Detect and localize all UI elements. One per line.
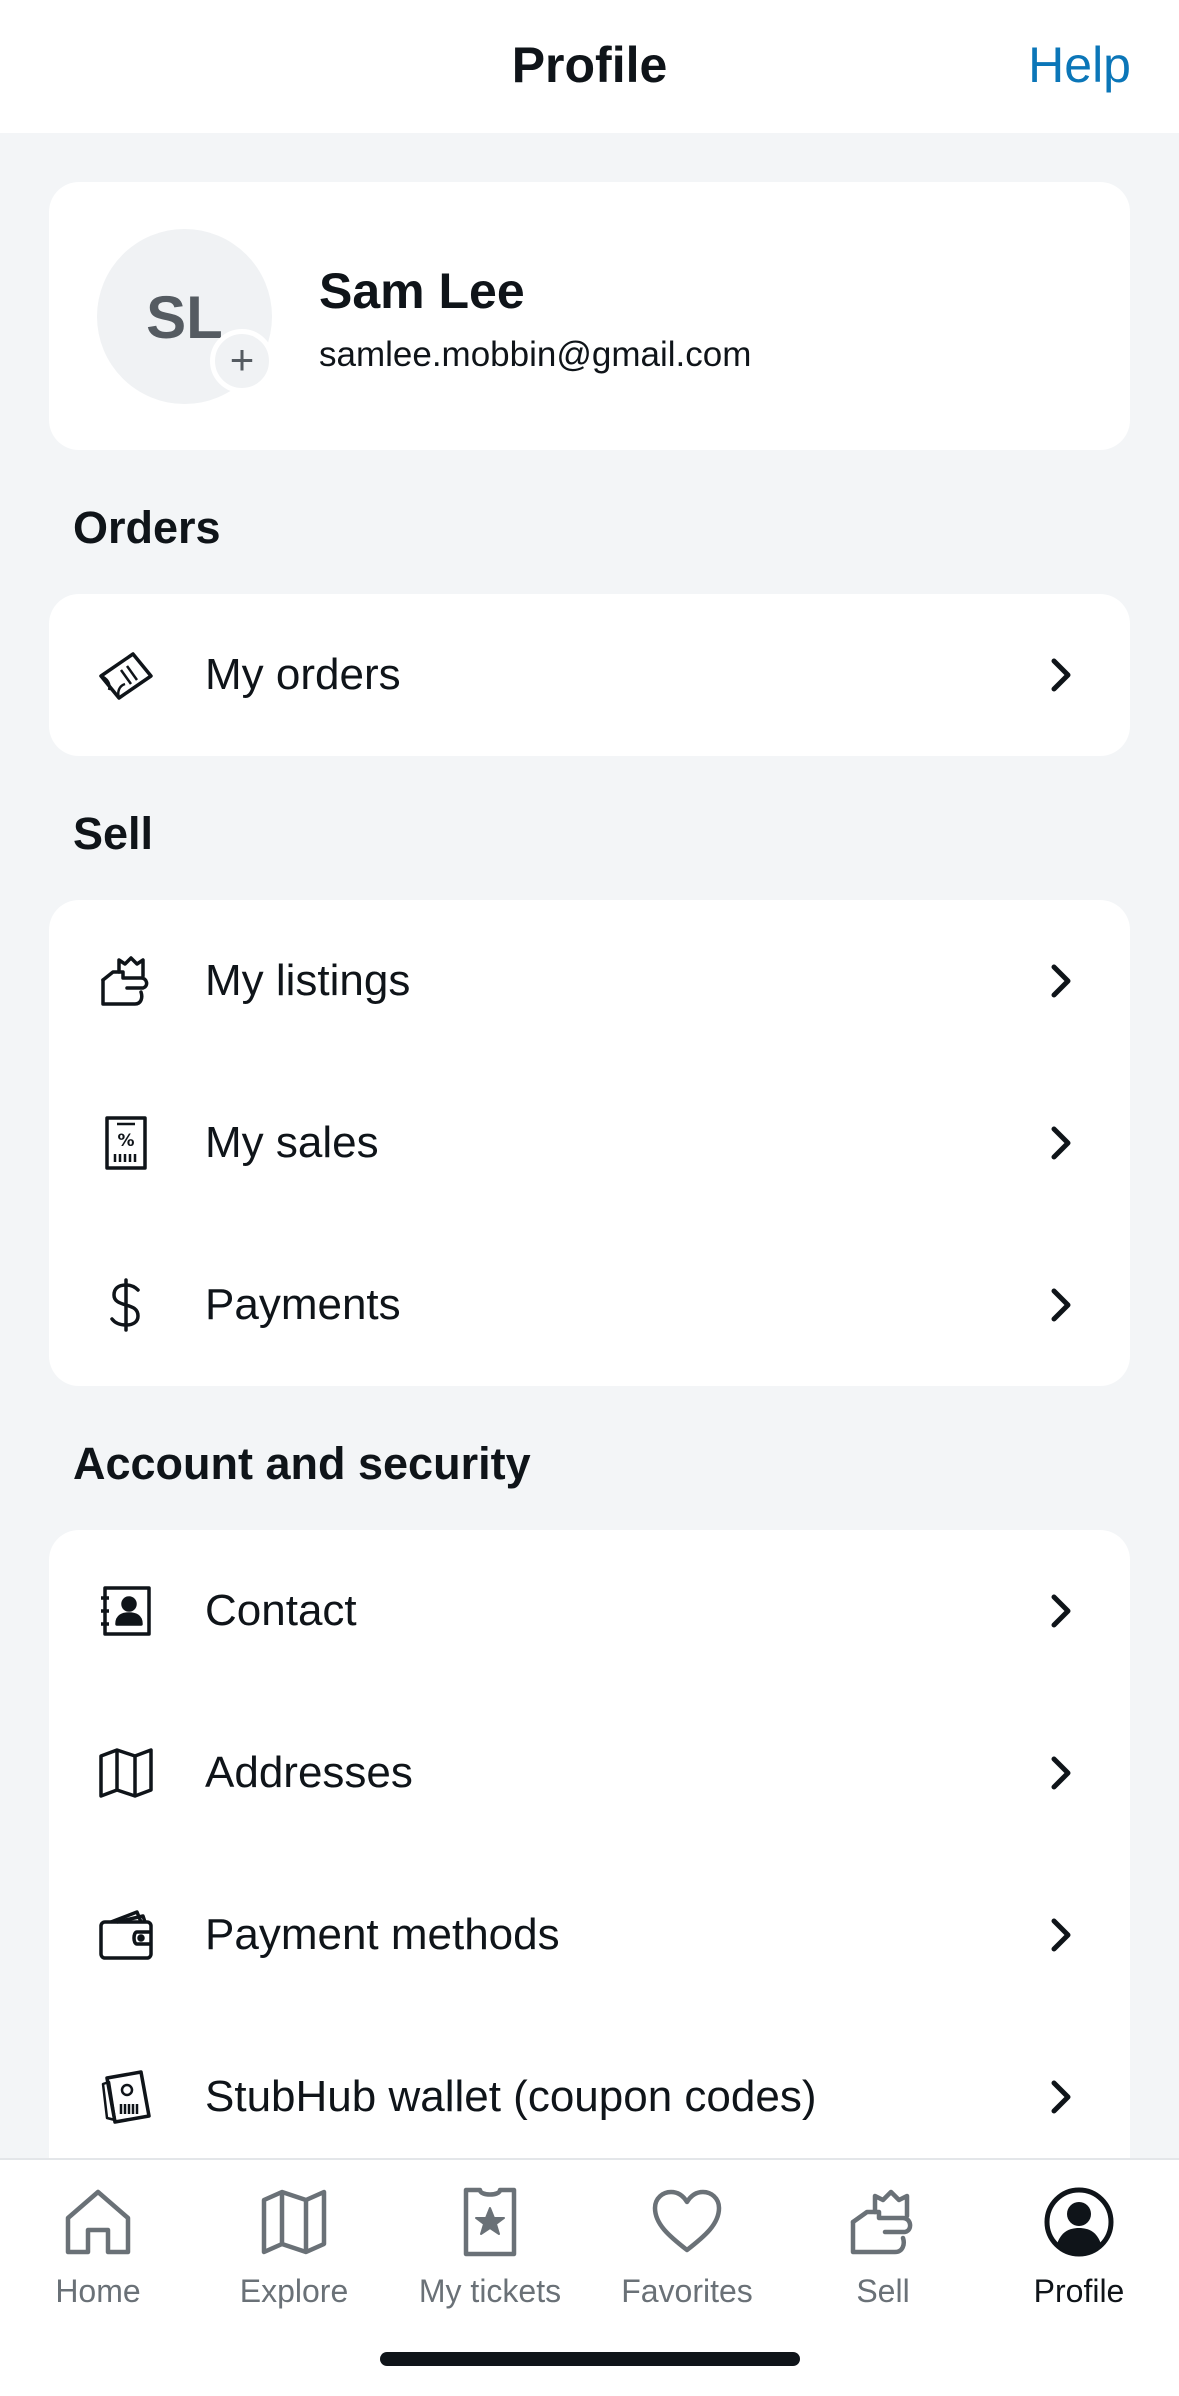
- map-icon: [99, 1748, 153, 1798]
- tab-profile[interactable]: Profile: [981, 2160, 1177, 2340]
- coupon-icon: [101, 2070, 151, 2124]
- menu-item-label: Payments: [205, 1280, 401, 1329]
- chevron-right-icon: [1051, 964, 1071, 998]
- profile-name: Sam Lee: [319, 263, 525, 319]
- page-title: Profile: [511, 37, 668, 93]
- tab-explore[interactable]: Explore: [196, 2160, 392, 2340]
- heart-icon: [652, 2189, 722, 2253]
- menu-item-label: Payment methods: [205, 1910, 560, 1959]
- hand-ticket-icon: [101, 956, 149, 1006]
- chevron-right-icon: [1051, 1756, 1071, 1790]
- menu-item-label: Addresses: [205, 1748, 413, 1797]
- menu-item-label: StubHub wallet (coupon codes): [205, 2072, 817, 2121]
- chevron-right-icon: [1051, 1918, 1071, 1952]
- section-title-sell: Sell: [73, 808, 154, 859]
- menu-item-label: My orders: [205, 650, 401, 699]
- tab-label: My tickets: [418, 2273, 562, 2309]
- tab-label: Home: [55, 2273, 141, 2309]
- chevron-right-icon: [1051, 2080, 1071, 2114]
- chevron-right-icon: [1051, 1288, 1071, 1322]
- tab-label: Explore: [239, 2273, 349, 2309]
- account-card: Contact Addresses Payment methods StubHu…: [49, 1530, 1130, 2230]
- tab-sell[interactable]: Sell: [785, 2160, 981, 2340]
- menu-item-my-sales[interactable]: % My sales: [49, 1062, 1130, 1224]
- contact-card-icon: [101, 1586, 151, 1636]
- menu-item-label: My sales: [205, 1118, 379, 1167]
- profile-icon: [1044, 2187, 1114, 2257]
- tab-favorites[interactable]: Favorites: [589, 2160, 785, 2340]
- tab-label: Sell: [856, 2273, 910, 2309]
- menu-item-label: Contact: [205, 1586, 357, 1635]
- tab-home[interactable]: Home: [0, 2160, 196, 2340]
- home-indicator: [380, 2352, 800, 2366]
- wallet-icon: [99, 1910, 153, 1960]
- home-icon: [65, 2189, 131, 2255]
- menu-item-addresses[interactable]: Addresses: [49, 1692, 1130, 1854]
- hand-ticket-icon: [850, 2189, 913, 2255]
- map-icon: [261, 2189, 327, 2255]
- sell-card: My listings % My sales Payments: [49, 900, 1130, 1386]
- menu-item-my-listings[interactable]: My listings: [49, 900, 1130, 1062]
- ticket-star-icon: [463, 2187, 517, 2257]
- section-title-account: Account and security: [73, 1438, 531, 1489]
- top-bar: Profile Help: [0, 0, 1179, 133]
- receipt-percent-icon: %: [105, 1116, 147, 1170]
- chevron-right-icon: [1051, 1126, 1071, 1160]
- menu-item-payment-methods[interactable]: Payment methods: [49, 1854, 1130, 2016]
- menu-item-contact[interactable]: Contact: [49, 1530, 1130, 1692]
- tab-label: Profile: [1033, 2273, 1125, 2309]
- menu-item-label: My listings: [205, 956, 411, 1005]
- menu-item-my-orders[interactable]: My orders: [49, 594, 1130, 756]
- orders-card: My orders: [49, 594, 1130, 756]
- tab-label: Favorites: [621, 2273, 753, 2309]
- profile-email: samlee.mobbin@gmail.com: [319, 335, 752, 374]
- profile-card: SL + Sam Lee samlee.mobbin@gmail.com: [49, 182, 1130, 450]
- ticket-icon: [99, 652, 153, 700]
- chevron-right-icon: [1051, 1594, 1071, 1628]
- menu-item-stubhub-wallet[interactable]: StubHub wallet (coupon codes): [49, 2016, 1130, 2178]
- svg-text:%: %: [117, 1131, 134, 1151]
- section-title-orders: Orders: [73, 502, 221, 553]
- add-photo-button[interactable]: +: [210, 329, 274, 393]
- chevron-right-icon: [1051, 658, 1071, 692]
- menu-item-payments[interactable]: Payments: [49, 1224, 1130, 1386]
- help-button[interactable]: Help: [1028, 36, 1131, 94]
- tab-my-tickets[interactable]: My tickets: [392, 2160, 588, 2340]
- dollar-icon: [110, 1278, 140, 1332]
